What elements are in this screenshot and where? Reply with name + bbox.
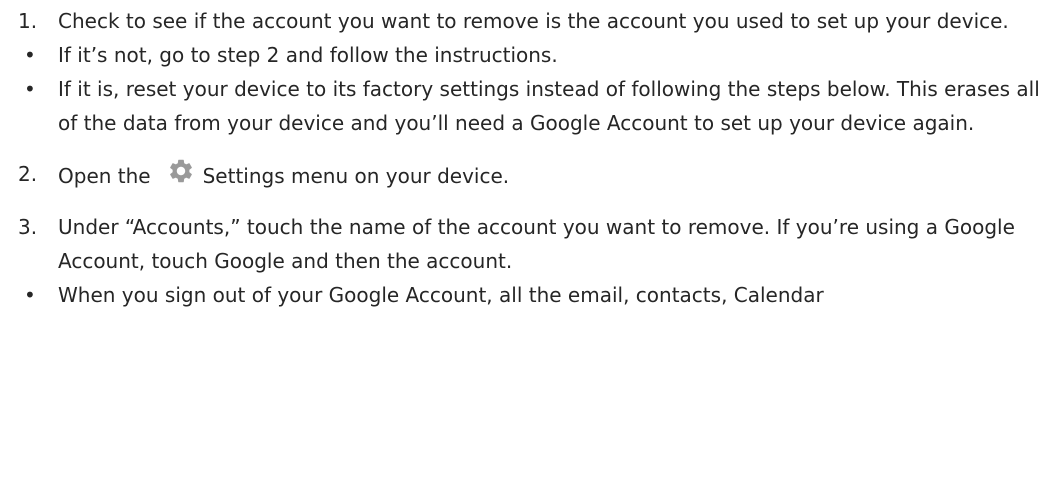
bullet-text: When you sign out of your Google Account… bbox=[58, 283, 824, 307]
bullet-text: If it’s not, go to step 2 and follow the… bbox=[58, 43, 558, 67]
bullet-text: If it is, reset your device to its facto… bbox=[58, 77, 1040, 135]
step-number: 1. bbox=[18, 9, 38, 33]
step-text-after: Settings menu on your device. bbox=[202, 164, 510, 188]
instructions-document: 1. Check to see if the account you want … bbox=[0, 0, 1052, 487]
step-text: Under “Accounts,” touch the name of the … bbox=[58, 215, 1015, 273]
bullet-marker: • bbox=[24, 77, 36, 101]
step-text-before: Open the bbox=[58, 164, 151, 188]
step-3-bullet-signout: • When you sign out of your Google Accou… bbox=[0, 278, 1052, 312]
step-number: 3. bbox=[18, 215, 38, 239]
step-1-bullet-not: • If it’s not, go to step 2 and follow t… bbox=[0, 38, 1052, 72]
bullet-marker: • bbox=[24, 283, 36, 307]
step-3: 3. Under “Accounts,” touch the name of t… bbox=[0, 210, 1052, 278]
step-1: 1. Check to see if the account you want … bbox=[0, 4, 1052, 38]
gear-icon bbox=[167, 157, 195, 185]
step-1-bullet-is: • If it is, reset your device to its fac… bbox=[0, 72, 1052, 140]
step-2: 2. Open the Settings menu on your device. bbox=[0, 157, 1052, 193]
step-text: Check to see if the account you want to … bbox=[58, 9, 1009, 33]
bullet-marker: • bbox=[24, 43, 36, 67]
step-number: 2. bbox=[18, 162, 38, 186]
